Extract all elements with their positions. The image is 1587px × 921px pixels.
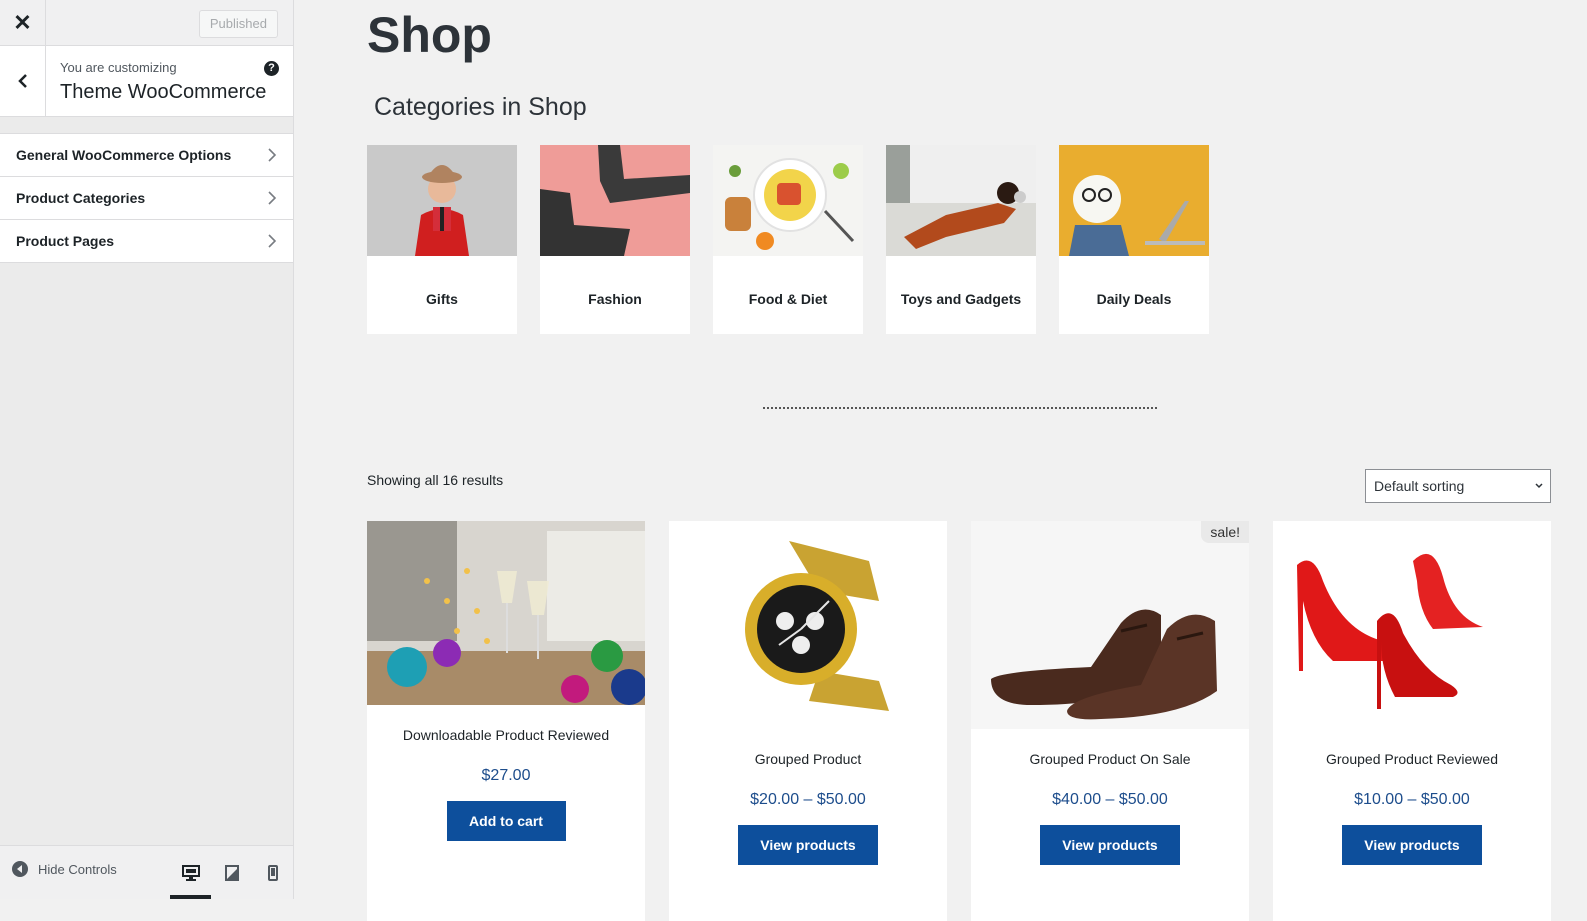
sorting-select[interactable]: Default sorting	[1365, 469, 1551, 503]
panel-product-categories[interactable]: Product Categories	[0, 177, 293, 220]
tablet-icon	[224, 864, 239, 881]
panel-label: General WooCommerce Options	[16, 147, 232, 163]
category-image-gifts	[367, 145, 517, 256]
categories-heading: Categories in Shop	[374, 93, 587, 121]
category-name: Fashion	[588, 291, 642, 307]
product-image	[669, 521, 947, 729]
product-card[interactable]: sale! Grouped Product On Sale $40.00 – $…	[971, 521, 1249, 921]
hide-controls-label: Hide Controls	[38, 861, 117, 877]
category-card-fashion[interactable]: Fashion	[540, 145, 690, 334]
hide-controls-button[interactable]: Hide Controls	[12, 861, 117, 877]
category-name: Food & Diet	[748, 291, 828, 307]
product-image	[1273, 521, 1551, 729]
product-price: $20.00 – $50.00	[750, 791, 866, 808]
view-products-button[interactable]: View products	[1040, 825, 1180, 865]
product-name: Grouped Product	[754, 751, 862, 767]
panel-general-woocommerce-options[interactable]: General WooCommerce Options	[0, 134, 293, 177]
category-grid: Gifts Fashion Food & Diet Toys and Gadge…	[367, 145, 1209, 334]
mobile-preview-button[interactable]	[252, 846, 293, 899]
desktop-icon	[181, 864, 200, 881]
close-icon: ✕	[13, 9, 32, 35]
product-price: $40.00 – $50.00	[1052, 791, 1168, 808]
product-card[interactable]: Grouped Product $20.00 – $50.00 View pro…	[669, 521, 947, 921]
customizer-sidebar: ✕ Published You are customizing Theme Wo…	[0, 0, 294, 899]
category-card-gifts[interactable]: Gifts	[367, 145, 517, 334]
collapse-icon	[12, 861, 28, 877]
site-preview: Shop Categories in Shop Gifts Fashion Fo…	[294, 0, 1587, 921]
product-name: Grouped Product Reviewed	[1326, 751, 1498, 767]
add-to-cart-button[interactable]: Add to cart	[446, 801, 566, 841]
product-image: sale!	[971, 521, 1249, 729]
panel-label: Product Categories	[16, 190, 146, 206]
divider	[763, 407, 1157, 409]
theme-name: Theme WooCommerce	[60, 81, 267, 103]
category-name: Gifts	[426, 291, 458, 307]
customizer-panels: General WooCommerce Options Product Cate…	[0, 133, 293, 263]
view-products-button[interactable]: View products	[1342, 825, 1482, 865]
category-image-daily-deals	[1059, 145, 1209, 256]
help-icon[interactable]: ?	[264, 61, 279, 76]
desktop-preview-button[interactable]	[170, 846, 211, 899]
product-price: $27.00	[481, 767, 531, 784]
view-products-button[interactable]: View products	[738, 825, 878, 865]
category-image-fashion	[540, 145, 690, 256]
category-card-daily-deals[interactable]: Daily Deals	[1059, 145, 1209, 334]
panel-product-pages[interactable]: Product Pages	[0, 220, 293, 263]
product-grid: Downloadable Product Reviewed $27.00 Add…	[367, 521, 1551, 921]
page-title: Shop	[367, 7, 492, 63]
sale-badge: sale!	[1201, 521, 1249, 543]
chevron-right-icon	[268, 234, 277, 248]
category-name: Toys and Gadgets	[900, 291, 1022, 307]
close-customizer-button[interactable]: ✕	[0, 0, 46, 45]
category-image-toys-gadgets	[886, 145, 1036, 256]
chevron-left-icon	[17, 74, 27, 88]
chevron-down-icon	[1535, 483, 1543, 489]
customizer-info: You are customizing Theme WooCommerce ?	[0, 46, 293, 117]
chevron-right-icon	[268, 148, 277, 162]
product-name: Downloadable Product Reviewed	[402, 727, 610, 743]
category-image-food-diet	[713, 145, 863, 256]
customizing-label: You are customizing	[60, 60, 177, 75]
back-button[interactable]	[0, 46, 46, 116]
panel-label: Product Pages	[16, 233, 115, 249]
category-card-toys-gadgets[interactable]: Toys and Gadgets	[886, 145, 1036, 334]
tablet-preview-button[interactable]	[211, 846, 252, 899]
product-price: $10.00 – $50.00	[1354, 791, 1470, 808]
customizer-header: ✕ Published	[0, 0, 293, 46]
mobile-icon	[267, 864, 278, 881]
sorting-value: Default sorting	[1374, 478, 1465, 494]
category-name: Daily Deals	[1096, 291, 1172, 307]
published-button[interactable]: Published	[198, 10, 278, 38]
category-card-food-diet[interactable]: Food & Diet	[713, 145, 863, 334]
product-name: Grouped Product On Sale	[1029, 751, 1191, 767]
product-card[interactable]: Grouped Product Reviewed $10.00 – $50.00…	[1273, 521, 1551, 921]
result-count: Showing all 16 results	[367, 472, 504, 488]
device-preview-switcher	[170, 846, 293, 899]
product-card[interactable]: Downloadable Product Reviewed $27.00 Add…	[367, 521, 645, 921]
customizer-footer: Hide Controls	[0, 845, 293, 899]
chevron-right-icon	[268, 191, 277, 205]
product-image	[367, 521, 645, 705]
